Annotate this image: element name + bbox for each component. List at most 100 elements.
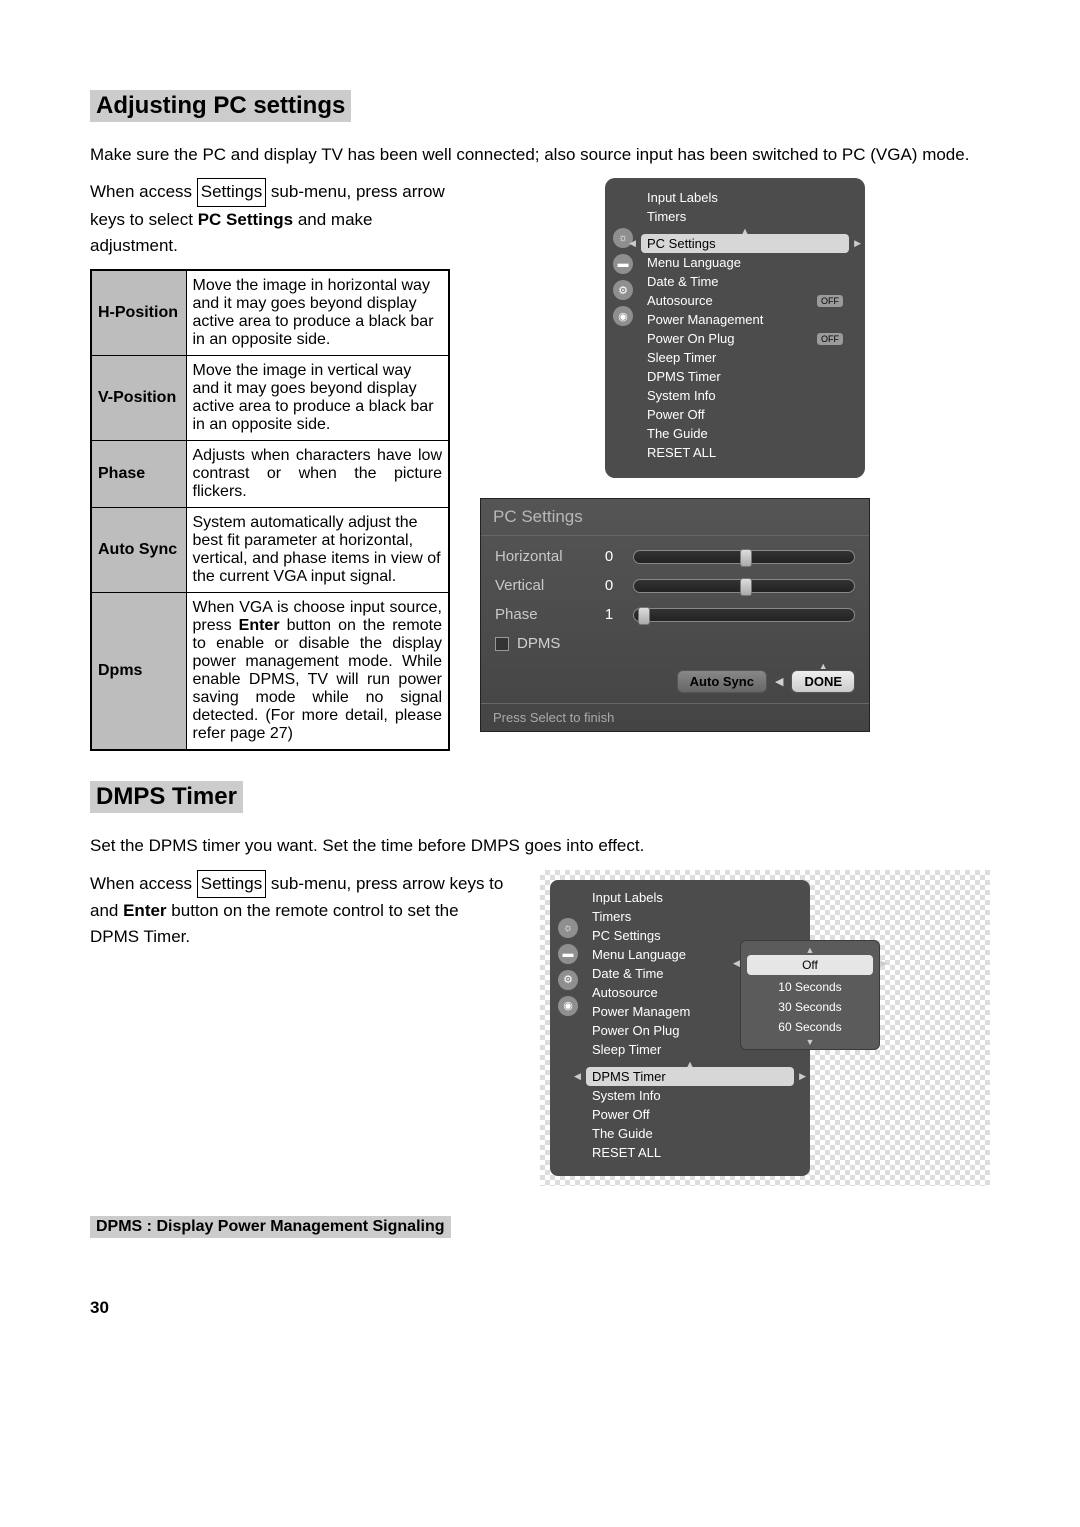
chevron-up-icon: ▲ (819, 661, 828, 671)
text: When access (90, 874, 197, 893)
chevron-up-icon: ▲ (641, 226, 849, 234)
menu-item[interactable]: Power Off (641, 405, 849, 424)
menu-item-label: Power Managem (592, 1004, 690, 1019)
pc-slider-row: Phase1 (495, 606, 855, 623)
menu-item-label: RESET ALL (647, 445, 716, 460)
slider-thumb[interactable] (638, 607, 650, 625)
off-badge: OFF (817, 295, 843, 307)
menu-item-label: System Info (647, 388, 716, 403)
menu-item[interactable]: Menu Language (641, 253, 849, 272)
table-desc: When VGA is choose input source, press E… (186, 593, 449, 751)
dpms-timer-screenshot: ☼ ▬ ⚙ ◉ Input LabelsTimersPC SettingsMen… (540, 870, 990, 1186)
dropdown-option[interactable]: Off (747, 955, 873, 975)
slider-track[interactable] (633, 579, 855, 593)
table-term: Dpms (91, 593, 186, 751)
dropdown-option[interactable]: 60 Seconds (741, 1017, 879, 1037)
bold-pc-settings: PC Settings (198, 210, 293, 229)
audio-icon: ▬ (613, 254, 633, 274)
menu-item-label: Timers (592, 909, 631, 924)
menu-item[interactable]: Timers (586, 907, 794, 926)
menu-item[interactable]: Power On PlugOFF (641, 329, 849, 348)
menu-item-label: Menu Language (647, 255, 741, 270)
table-term: Phase (91, 441, 186, 508)
slider-track[interactable] (633, 550, 855, 564)
setup-icon: ⚙ (613, 280, 633, 300)
menu-item-label: Input Labels (592, 890, 663, 905)
menu-item-label: PC Settings (592, 928, 661, 943)
menu-item[interactable]: Input Labels (586, 888, 794, 907)
section1-title: Adjusting PC settings (90, 90, 351, 122)
section1-intro: Make sure the PC and display TV has been… (90, 142, 990, 168)
section2-intro: Set the DPMS timer you want. Set the tim… (90, 833, 990, 859)
table-term: Auto Sync (91, 508, 186, 593)
dropdown-option[interactable]: 30 Seconds (741, 997, 879, 1017)
menu-item[interactable]: AutosourceOFF (641, 291, 849, 310)
menu-item-label: The Guide (592, 1126, 653, 1141)
page-number: 30 (90, 1298, 990, 1318)
menu-item-label: Date & Time (592, 966, 664, 981)
menu-item[interactable]: PC Settings (641, 234, 849, 253)
section1-access: When access Settings sub-menu, press arr… (90, 178, 450, 259)
table-term: V-Position (91, 356, 186, 441)
menu-item[interactable]: RESET ALL (641, 443, 849, 462)
pc-slider-row: Vertical0 (495, 577, 855, 594)
done-label: DONE (804, 674, 842, 689)
dpms-timer-dropdown[interactable]: ▲ Off10 Seconds30 Seconds60 Seconds ▼ (740, 940, 880, 1050)
audio-icon: ▬ (558, 944, 578, 964)
picture-icon: ☼ (558, 918, 578, 938)
menu-item-label: System Info (592, 1088, 661, 1103)
camera-icon: ◉ (558, 996, 578, 1016)
menu-item-label: Power Off (647, 407, 705, 422)
menu-item-label: The Guide (647, 426, 708, 441)
menu-item-label: Input Labels (647, 190, 718, 205)
menu-item-label: Date & Time (647, 274, 719, 289)
menu-item[interactable]: Power Management (641, 310, 849, 329)
table-desc: Move the image in horizontal way and it … (186, 270, 449, 356)
chevron-up-icon: ▲ (741, 945, 879, 953)
table-term: H-Position (91, 270, 186, 356)
menu-item[interactable]: DPMS Timer (641, 367, 849, 386)
menu-item-label: Power On Plug (647, 331, 734, 346)
menu-item-label: Power Management (647, 312, 763, 327)
slider-value: 1 (599, 606, 619, 623)
done-button[interactable]: ▲ DONE (791, 670, 855, 693)
menu-item[interactable]: System Info (586, 1086, 794, 1105)
menu-item[interactable]: RESET ALL (586, 1143, 794, 1162)
slider-thumb[interactable] (740, 549, 752, 567)
dropdown-option[interactable]: 10 Seconds (741, 977, 879, 997)
dpms-checkbox[interactable] (495, 637, 509, 651)
table-desc: System automatically adjust the best fit… (186, 508, 449, 593)
table-desc: Adjusts when characters have low contras… (186, 441, 449, 508)
menu-item-label: Menu Language (592, 947, 686, 962)
section2-access: When access Settings sub-menu, press arr… (90, 870, 510, 951)
auto-sync-label: Auto Sync (690, 674, 754, 689)
menu-item[interactable]: Power Off (586, 1105, 794, 1124)
text: When access (90, 182, 197, 201)
menu-item-label: DPMS Timer (647, 369, 721, 384)
menu-item[interactable]: Timers (641, 207, 849, 226)
menu-item-label: Sleep Timer (592, 1042, 661, 1057)
menu-item[interactable]: System Info (641, 386, 849, 405)
pc-settings-dialog: PC Settings Horizontal0Vertical0Phase1DP… (480, 498, 870, 732)
settings-boxed: Settings (197, 870, 266, 898)
slider-value: 0 (599, 577, 619, 594)
slider-label: Horizontal (495, 548, 585, 565)
menu-item-label: PC Settings (647, 236, 716, 251)
menu-item-label: Sleep Timer (647, 350, 716, 365)
tv-settings-menu: ☼ ▬ ⚙ ◉ Input LabelsTimers▲PC SettingsMe… (605, 178, 865, 478)
menu-item[interactable]: Date & Time (641, 272, 849, 291)
menu-item[interactable]: The Guide (641, 424, 849, 443)
pc-slider-row: Horizontal0 (495, 548, 855, 565)
menu-item[interactable]: Sleep Timer (641, 348, 849, 367)
slider-thumb[interactable] (740, 578, 752, 596)
settings-boxed: Settings (197, 178, 266, 206)
slider-track[interactable] (633, 608, 855, 622)
chevron-up-icon: ▲ (586, 1059, 794, 1067)
auto-sync-button[interactable]: Auto Sync (677, 670, 767, 693)
menu-item[interactable]: The Guide (586, 1124, 794, 1143)
dpms-checkbox-row: DPMS (495, 635, 855, 652)
menu-item[interactable]: Input Labels (641, 188, 849, 207)
menu-item-label: Power On Plug (592, 1023, 679, 1038)
pc-dialog-title: PC Settings (481, 499, 869, 536)
menu-item[interactable]: DPMS Timer (586, 1067, 794, 1086)
